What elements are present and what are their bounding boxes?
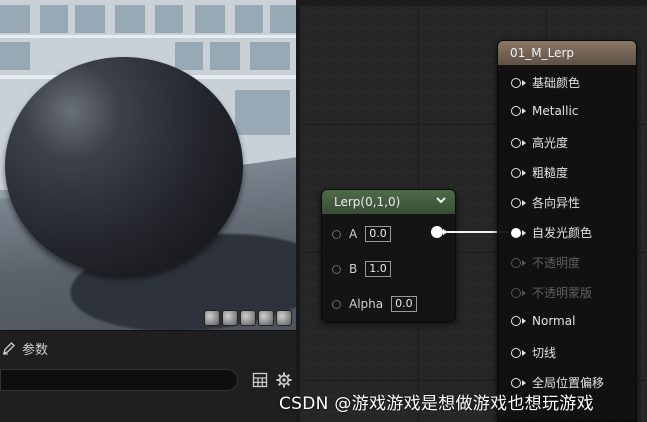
pin-opacity-mask: 不透明蒙版 <box>511 284 592 301</box>
pencil-icon <box>3 342 15 355</box>
input-pin-icon[interactable] <box>511 347 521 358</box>
input-pin-icon[interactable] <box>332 229 341 239</box>
input-pin-icon[interactable] <box>511 316 521 326</box>
tab-parameters[interactable]: 参数 <box>0 335 48 361</box>
pin-tangent[interactable]: 切线 <box>511 344 556 361</box>
pin-arrow-icon <box>522 229 526 236</box>
input-pin-icon[interactable] <box>511 106 521 116</box>
lerp-input-alpha[interactable]: Alpha 0.0 <box>332 296 417 312</box>
input-pin-icon[interactable] <box>511 227 521 238</box>
pin-roughness[interactable]: 粗糙度 <box>511 164 568 181</box>
pin-label: 基础颜色 <box>532 76 581 90</box>
cylinder-preview-icon[interactable] <box>204 310 220 326</box>
input-pin-icon[interactable] <box>332 299 341 309</box>
pin-arrow-icon <box>522 289 526 296</box>
material-node-header[interactable]: 01_M_Lerp <box>498 41 636 65</box>
input-pin-icon[interactable] <box>332 264 341 274</box>
pin-base-color[interactable]: 基础颜色 <box>511 74 580 91</box>
pin-label: 各向异性 <box>532 196 581 210</box>
pin-label: 自发光颜色 <box>532 226 593 240</box>
lerp-node-title: Lerp(0,1,0) <box>334 195 401 209</box>
lerp-input-b[interactable]: B 1.0 <box>332 261 391 277</box>
plane-preview-icon[interactable] <box>240 310 256 326</box>
input-pin-icon[interactable] <box>511 377 521 388</box>
pin-label: 高光度 <box>532 136 569 150</box>
pin-anisotropy[interactable]: 各向异性 <box>511 194 580 211</box>
lerp-input-a-label: A <box>349 227 358 241</box>
watermark-text: CSDN @游戏游戏是想做游戏也想玩游戏 <box>279 394 594 414</box>
pin-label: Normal <box>532 314 576 328</box>
lerp-input-b-value[interactable]: 1.0 <box>365 261 391 277</box>
pin-specular[interactable]: 高光度 <box>511 134 568 151</box>
lerp-node-header[interactable]: Lerp(0,1,0) <box>322 190 455 214</box>
pin-arrow-icon <box>522 379 526 386</box>
pin-label: 不透明度 <box>532 256 581 270</box>
input-pin-icon[interactable] <box>511 77 521 88</box>
sphere-preview-icon[interactable] <box>222 310 238 326</box>
tab-parameters-label: 参数 <box>22 342 49 358</box>
preview-shape-toolbar <box>204 310 292 326</box>
input-pin-icon[interactable] <box>511 137 521 148</box>
material-node-title: 01_M_Lerp <box>510 46 575 60</box>
chevron-down-icon[interactable] <box>435 194 447 206</box>
input-pin-icon <box>511 257 521 268</box>
pin-normal[interactable]: Normal <box>511 314 575 328</box>
pin-label: 切线 <box>532 346 557 360</box>
lerp-input-a[interactable]: A 0.0 <box>332 226 391 242</box>
pin-opacity: 不透明度 <box>511 254 580 271</box>
pin-arrow-icon <box>522 139 526 146</box>
pin-label: 不透明蒙版 <box>532 286 593 300</box>
lerp-input-alpha-label: Alpha <box>349 297 384 311</box>
gear-icon[interactable] <box>276 372 292 388</box>
lerp-input-alpha-value[interactable]: 0.0 <box>391 296 417 312</box>
pin-emissive-color[interactable]: 自发光颜色 <box>511 224 592 241</box>
teapot-preview-icon[interactable] <box>276 310 292 326</box>
lerp-input-a-value[interactable]: 0.0 <box>365 226 391 242</box>
search-input[interactable] <box>0 369 238 391</box>
grid-icon[interactable] <box>252 372 268 388</box>
input-pin-icon[interactable] <box>511 167 521 178</box>
pin-label: 粗糙度 <box>532 166 569 180</box>
pin-arrow-icon <box>522 349 526 356</box>
graph-top-edge <box>300 0 647 6</box>
pin-arrow-icon <box>522 318 526 324</box>
input-pin-icon <box>511 287 521 298</box>
lerp-output-pin[interactable] <box>431 226 443 238</box>
cube-preview-icon[interactable] <box>258 310 274 326</box>
pin-label: Metallic <box>532 104 579 118</box>
pin-metallic[interactable]: Metallic <box>511 104 578 118</box>
pin-arrow-icon <box>522 79 526 86</box>
lerp-node[interactable]: Lerp(0,1,0) A 0.0 B 1.0 Alpha 0.0 <box>321 189 456 322</box>
material-preview-viewport[interactable] <box>0 0 296 330</box>
pin-arrow-icon <box>522 108 526 114</box>
preview-sphere <box>5 57 243 275</box>
lerp-input-b-label: B <box>349 262 358 276</box>
pin-arrow-icon <box>522 199 526 206</box>
details-panel: 参数 <box>0 330 296 422</box>
input-pin-icon[interactable] <box>511 197 521 208</box>
pin-arrow-icon <box>522 169 526 176</box>
pin-arrow-icon <box>522 259 526 266</box>
